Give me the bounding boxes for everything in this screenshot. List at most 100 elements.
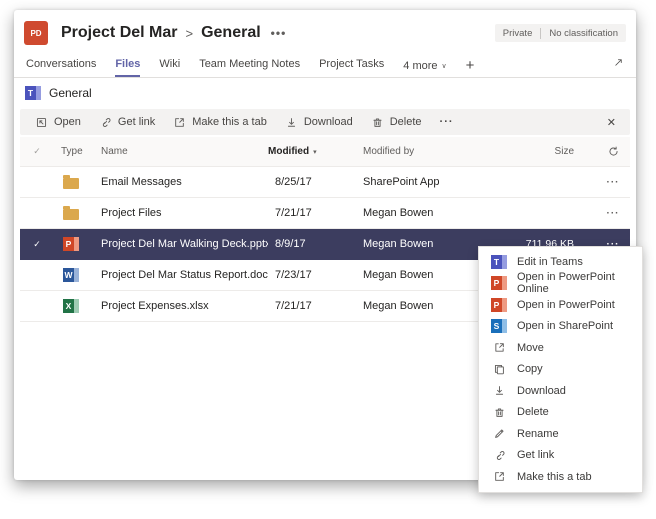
- file-name[interactable]: Project Del Mar Status Report.docx: [94, 269, 268, 281]
- rename-icon: [491, 427, 507, 440]
- file-name[interactable]: Project Expenses.xlsx: [94, 300, 268, 312]
- make-this-a-tab-label: Make this a tab: [192, 116, 267, 128]
- channel-name[interactable]: General: [201, 24, 261, 42]
- teams-icon: T: [491, 255, 507, 269]
- sharepoint-icon: S: [491, 319, 507, 333]
- menu-item-label: Delete: [517, 406, 549, 418]
- tab-bar: Conversations Files Wiki Team Meeting No…: [14, 52, 636, 78]
- badge-divider: [540, 28, 541, 39]
- table-header: ✓ Type Name Modified ▾ Modified by Size: [20, 137, 630, 167]
- expand-tab-icon[interactable]: [613, 57, 624, 77]
- column-name[interactable]: Name: [94, 146, 268, 157]
- open-icon: [35, 116, 48, 129]
- excel-icon: X: [63, 299, 79, 313]
- file-modified: 7/23/17: [268, 269, 356, 281]
- row-check-icon[interactable]: ✓: [20, 239, 54, 250]
- file-name[interactable]: Email Messages: [94, 176, 268, 188]
- channel-more-button[interactable]: •••: [271, 26, 287, 40]
- get-link-label: Get link: [118, 116, 155, 128]
- make-tab-icon: [491, 470, 507, 483]
- tab-conversations[interactable]: Conversations: [26, 58, 96, 77]
- make-this-a-tab-button[interactable]: Make this a tab: [164, 109, 276, 135]
- tab-team-meeting-notes[interactable]: Team Meeting Notes: [199, 58, 300, 77]
- team-name[interactable]: Project Del Mar: [61, 24, 177, 42]
- menu-item-label: Edit in Teams: [517, 256, 583, 268]
- column-modified-label: Modified: [268, 146, 309, 157]
- menu-item-label: Download: [517, 385, 566, 397]
- menu-item-label: Open in PowerPoint Online: [517, 271, 634, 295]
- column-size[interactable]: Size: [506, 146, 596, 157]
- delete-icon: [491, 406, 507, 419]
- breadcrumb: Project Del Mar > General •••: [61, 24, 286, 42]
- menu-item-rename[interactable]: Rename: [479, 423, 642, 445]
- menu-item-label: Move: [517, 342, 544, 354]
- file-modified: 7/21/17: [268, 300, 356, 312]
- tabs-overflow-button[interactable]: 4 more ∨: [403, 60, 446, 77]
- link-icon: [491, 449, 507, 462]
- tab-wiki[interactable]: Wiki: [159, 58, 180, 77]
- move-icon: [491, 341, 507, 354]
- open-button[interactable]: Open: [26, 109, 90, 135]
- column-modified-by[interactable]: Modified by: [356, 146, 506, 157]
- delete-icon: [371, 116, 384, 129]
- menu-item-label: Open in PowerPoint: [517, 299, 615, 311]
- download-button[interactable]: Download: [276, 109, 362, 135]
- download-icon: [491, 384, 507, 397]
- link-icon: [99, 116, 112, 129]
- menu-item-open-in-powerpoint[interactable]: P Open in PowerPoint: [479, 294, 642, 316]
- menu-item-open-in-powerpoint-online[interactable]: P Open in PowerPoint Online: [479, 273, 642, 295]
- menu-item-open-in-sharepoint[interactable]: S Open in SharePoint: [479, 316, 642, 338]
- refresh-icon[interactable]: [596, 145, 630, 158]
- folder-icon: [63, 209, 79, 220]
- tab-files[interactable]: Files: [115, 58, 140, 77]
- toolbar-more-button[interactable]: ···: [431, 116, 463, 128]
- close-icon[interactable]: ✕: [599, 116, 624, 129]
- table-row[interactable]: Email Messages 8/25/17 SharePoint App ··…: [20, 167, 630, 198]
- menu-item-move[interactable]: Move: [479, 337, 642, 359]
- team-avatar[interactable]: PD: [24, 21, 48, 45]
- column-modified[interactable]: Modified ▾: [268, 146, 356, 157]
- file-modified: 8/25/17: [268, 176, 356, 188]
- menu-item-get-link[interactable]: Get link: [479, 445, 642, 467]
- menu-item-label: Make this a tab: [517, 471, 592, 483]
- menu-item-label: Get link: [517, 449, 554, 461]
- menu-item-copy[interactable]: Copy: [479, 359, 642, 381]
- powerpoint-icon: P: [63, 237, 79, 251]
- delete-button[interactable]: Delete: [362, 109, 431, 135]
- powerpoint-icon: P: [491, 276, 507, 290]
- powerpoint-icon: P: [491, 298, 507, 312]
- download-icon: [285, 116, 298, 129]
- row-more-button[interactable]: ···: [596, 177, 630, 188]
- files-section-header: T General: [14, 78, 636, 108]
- app-header: PD Project Del Mar > General ••• Private…: [14, 10, 636, 52]
- menu-item-label: Rename: [517, 428, 559, 440]
- select-all-check-icon[interactable]: ✓: [20, 146, 54, 157]
- file-modified-by: Megan Bowen: [356, 207, 506, 219]
- copy-icon: [491, 363, 507, 376]
- tab-project-tasks[interactable]: Project Tasks: [319, 58, 384, 77]
- delete-label: Delete: [390, 116, 422, 128]
- menu-item-download[interactable]: Download: [479, 380, 642, 402]
- file-name[interactable]: Project Files: [94, 207, 268, 219]
- make-tab-icon: [173, 116, 186, 129]
- get-link-button[interactable]: Get link: [90, 109, 164, 135]
- menu-item-edit-in-teams[interactable]: T Edit in Teams: [479, 251, 642, 273]
- teams-icon: T: [25, 86, 41, 100]
- menu-item-delete[interactable]: Delete: [479, 402, 642, 424]
- classification-badge: No classification: [549, 28, 618, 39]
- table-row[interactable]: Project Files 7/21/17 Megan Bowen ···: [20, 198, 630, 229]
- chevron-down-icon: ∨: [442, 62, 447, 70]
- folder-icon: [63, 178, 79, 189]
- column-type[interactable]: Type: [54, 146, 94, 157]
- row-more-button[interactable]: ···: [596, 208, 630, 219]
- file-modified: 7/21/17: [268, 207, 356, 219]
- menu-item-make-this-a-tab[interactable]: Make this a tab: [479, 466, 642, 488]
- file-name[interactable]: Project Del Mar Walking Deck.pptx: [94, 238, 268, 250]
- download-label: Download: [304, 116, 353, 128]
- privacy-badges: Private No classification: [495, 24, 626, 42]
- privacy-badge: Private: [503, 28, 533, 39]
- add-tab-button[interactable]: +: [466, 57, 475, 77]
- tabs-overflow-label: 4 more: [403, 60, 437, 72]
- word-icon: W: [63, 268, 79, 282]
- menu-item-label: Open in SharePoint: [517, 320, 613, 332]
